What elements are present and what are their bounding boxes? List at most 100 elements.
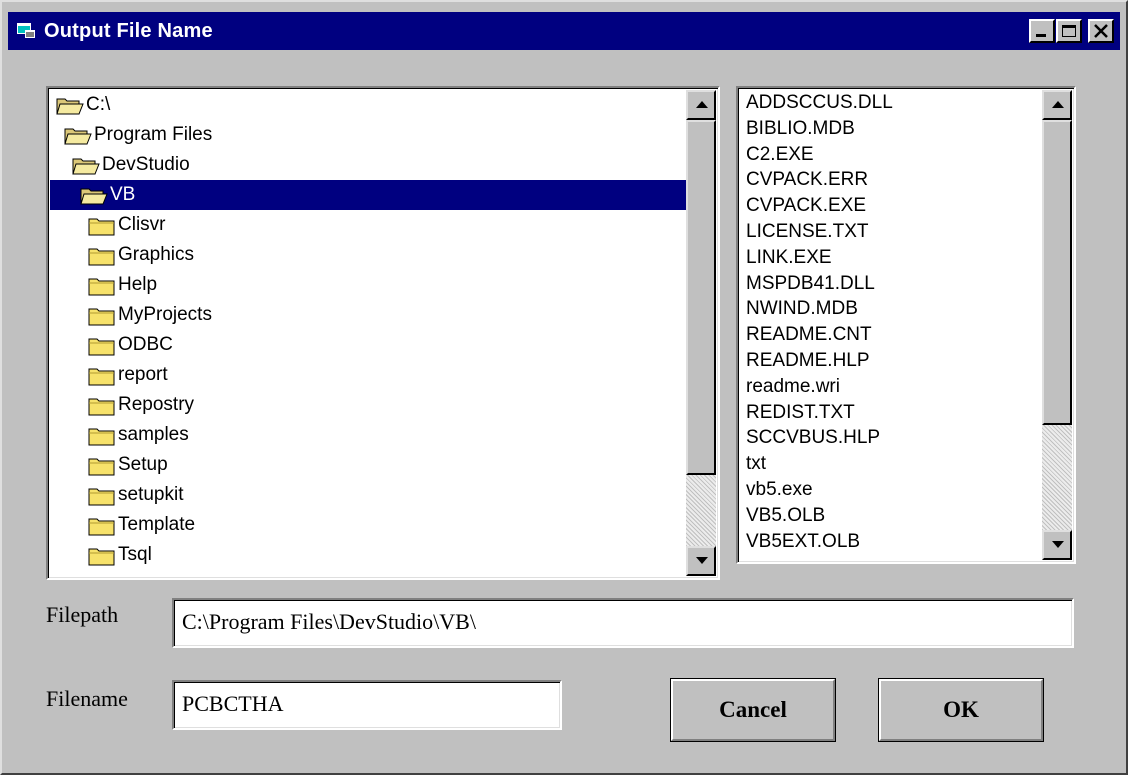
file-list-item[interactable]: README.CNT (746, 322, 872, 348)
folder-tree-item[interactable]: ODBC (50, 330, 690, 360)
folder-icon (88, 216, 116, 236)
file-list-item[interactable]: C2.EXE (746, 142, 814, 168)
folder-tree-item[interactable]: Tsql (50, 540, 690, 570)
folder-tree-item[interactable]: Program Files (50, 120, 690, 150)
window-title: Output File Name (44, 20, 213, 42)
file-list-item[interactable]: README.HLP (746, 348, 870, 374)
folder-tree-item[interactable]: MyProjects (50, 300, 690, 330)
folder-tree-scroll-down-button[interactable] (686, 546, 716, 576)
folder-tree-item-label: C:\ (86, 94, 111, 115)
folder-tree-scrollbar[interactable] (686, 90, 716, 576)
file-list-item[interactable]: VB5EXT.OLB (746, 529, 860, 555)
file-list-item[interactable]: ADDSCCUS.DLL (746, 90, 893, 116)
folder-tree[interactable]: C:\ Program Files DevStudio VB Clisvr Graphic… (46, 86, 720, 580)
filepath-value: C:\Program Files\DevStudio\VB\ (182, 609, 476, 634)
folder-tree-item[interactable]: Clisvr (50, 210, 690, 240)
file-list-item[interactable]: vb5.exe (746, 477, 813, 503)
file-list-item[interactable]: BIBLIO.MDB (746, 116, 855, 142)
file-list-scroll-down-button[interactable] (1042, 530, 1072, 560)
folder-tree-item[interactable]: C:\ (50, 90, 690, 120)
file-list-item[interactable]: REDIST.TXT (746, 400, 855, 426)
file-list-item[interactable]: VB5.OLB (746, 503, 825, 529)
file-list-scrollbar[interactable] (1042, 90, 1072, 560)
folder-icon (88, 456, 116, 476)
folder-tree-item[interactable]: Graphics (50, 240, 690, 270)
folder-icon (88, 306, 116, 326)
folder-icon (88, 546, 116, 566)
folder-icon (88, 396, 116, 416)
filename-label: Filename (46, 686, 128, 711)
folder-tree-item-label: report (118, 364, 168, 385)
folder-open-icon (64, 126, 92, 146)
folder-tree-item-label: DevStudio (102, 154, 190, 175)
folder-open-icon (80, 186, 108, 206)
output-file-name-dialog: Output File Name C:\ Program Files DevStud… (0, 0, 1128, 775)
file-list-item[interactable]: LINK.EXE (746, 245, 832, 271)
folder-tree-item-label: Program Files (94, 124, 213, 145)
file-list[interactable]: ADDSCCUS.DLL BIBLIO.MDB C2.EXE CVPACK.ERR CV… (736, 86, 1076, 564)
folder-icon (88, 426, 116, 446)
ok-button[interactable]: OK (878, 678, 1044, 742)
file-list-item[interactable]: readme.wri (746, 374, 840, 400)
folder-tree-item-label: Tsql (118, 544, 152, 565)
folder-tree-item-label: MyProjects (118, 304, 212, 325)
file-list-item[interactable]: txt (746, 451, 766, 477)
app-icon (17, 23, 35, 38)
arrow-down-icon (696, 557, 708, 564)
file-list-item[interactable]: CVPACK.EXE (746, 193, 866, 219)
title-bar[interactable]: Output File Name (8, 12, 1120, 50)
folder-tree-item[interactable]: Repostry (50, 390, 690, 420)
file-list-item[interactable]: LICENSE.TXT (746, 219, 868, 245)
folder-tree-item[interactable]: setupkit (50, 480, 690, 510)
folder-icon (88, 276, 116, 296)
arrow-up-icon (1052, 101, 1064, 108)
close-icon (1094, 24, 1108, 38)
folder-icon (88, 336, 116, 356)
file-list-scroll-thumb[interactable] (1042, 120, 1072, 425)
folder-open-icon (56, 96, 84, 116)
folder-tree-item-label: Help (118, 274, 158, 295)
folder-open-icon (72, 156, 100, 176)
folder-tree-item-label: ODBC (118, 334, 173, 355)
folder-tree-item-label: setupkit (118, 484, 184, 505)
filepath-label: Filepath (46, 602, 119, 627)
arrow-up-icon (696, 101, 708, 108)
folder-tree-item-label: Clisvr (118, 214, 166, 235)
folder-tree-item-label: Setup (118, 454, 168, 475)
folder-tree-item-label: Repostry (118, 394, 195, 415)
folder-tree-item[interactable]: Template (50, 510, 690, 540)
folder-tree-item-label: VB (110, 184, 136, 205)
folder-icon (88, 486, 116, 506)
file-list-scroll-up-button[interactable] (1042, 90, 1072, 120)
filename-value: PCBCTHA (182, 691, 284, 716)
file-list-item[interactable]: CVPACK.ERR (746, 167, 868, 193)
filename-field[interactable]: PCBCTHA (172, 680, 562, 730)
folder-tree-item[interactable]: DevStudio (50, 150, 690, 180)
maximize-icon (1062, 25, 1076, 37)
file-list-item[interactable]: MSPDB41.DLL (746, 271, 875, 297)
ok-button-label: OK (943, 697, 979, 722)
folder-tree-item-label: Graphics (118, 244, 195, 265)
close-button[interactable] (1088, 19, 1114, 43)
folder-tree-item-label: samples (118, 424, 189, 445)
folder-tree-item[interactable]: Help (50, 270, 690, 300)
folder-tree-item[interactable]: Setup (50, 450, 690, 480)
file-list-item[interactable]: SCCVBUS.HLP (746, 425, 880, 451)
minimize-button[interactable] (1029, 19, 1055, 43)
folder-tree-scroll-up-button[interactable] (686, 90, 716, 120)
cancel-button[interactable]: Cancel (670, 678, 836, 742)
minimize-icon (1036, 34, 1046, 37)
folder-tree-item[interactable]: report (50, 360, 690, 390)
folder-icon (88, 516, 116, 536)
folder-tree-item[interactable]: VB (50, 180, 690, 210)
cancel-button-label: Cancel (719, 697, 787, 722)
folder-tree-item[interactable]: samples (50, 420, 690, 450)
maximize-button[interactable] (1056, 19, 1082, 43)
file-list-item[interactable]: NWIND.MDB (746, 296, 858, 322)
folder-tree-item-label: Template (118, 514, 196, 535)
filepath-field[interactable]: C:\Program Files\DevStudio\VB\ (172, 598, 1074, 648)
folder-icon (88, 366, 116, 386)
folder-tree-scroll-thumb[interactable] (686, 120, 716, 475)
arrow-down-icon (1052, 541, 1064, 548)
folder-icon (88, 246, 116, 266)
